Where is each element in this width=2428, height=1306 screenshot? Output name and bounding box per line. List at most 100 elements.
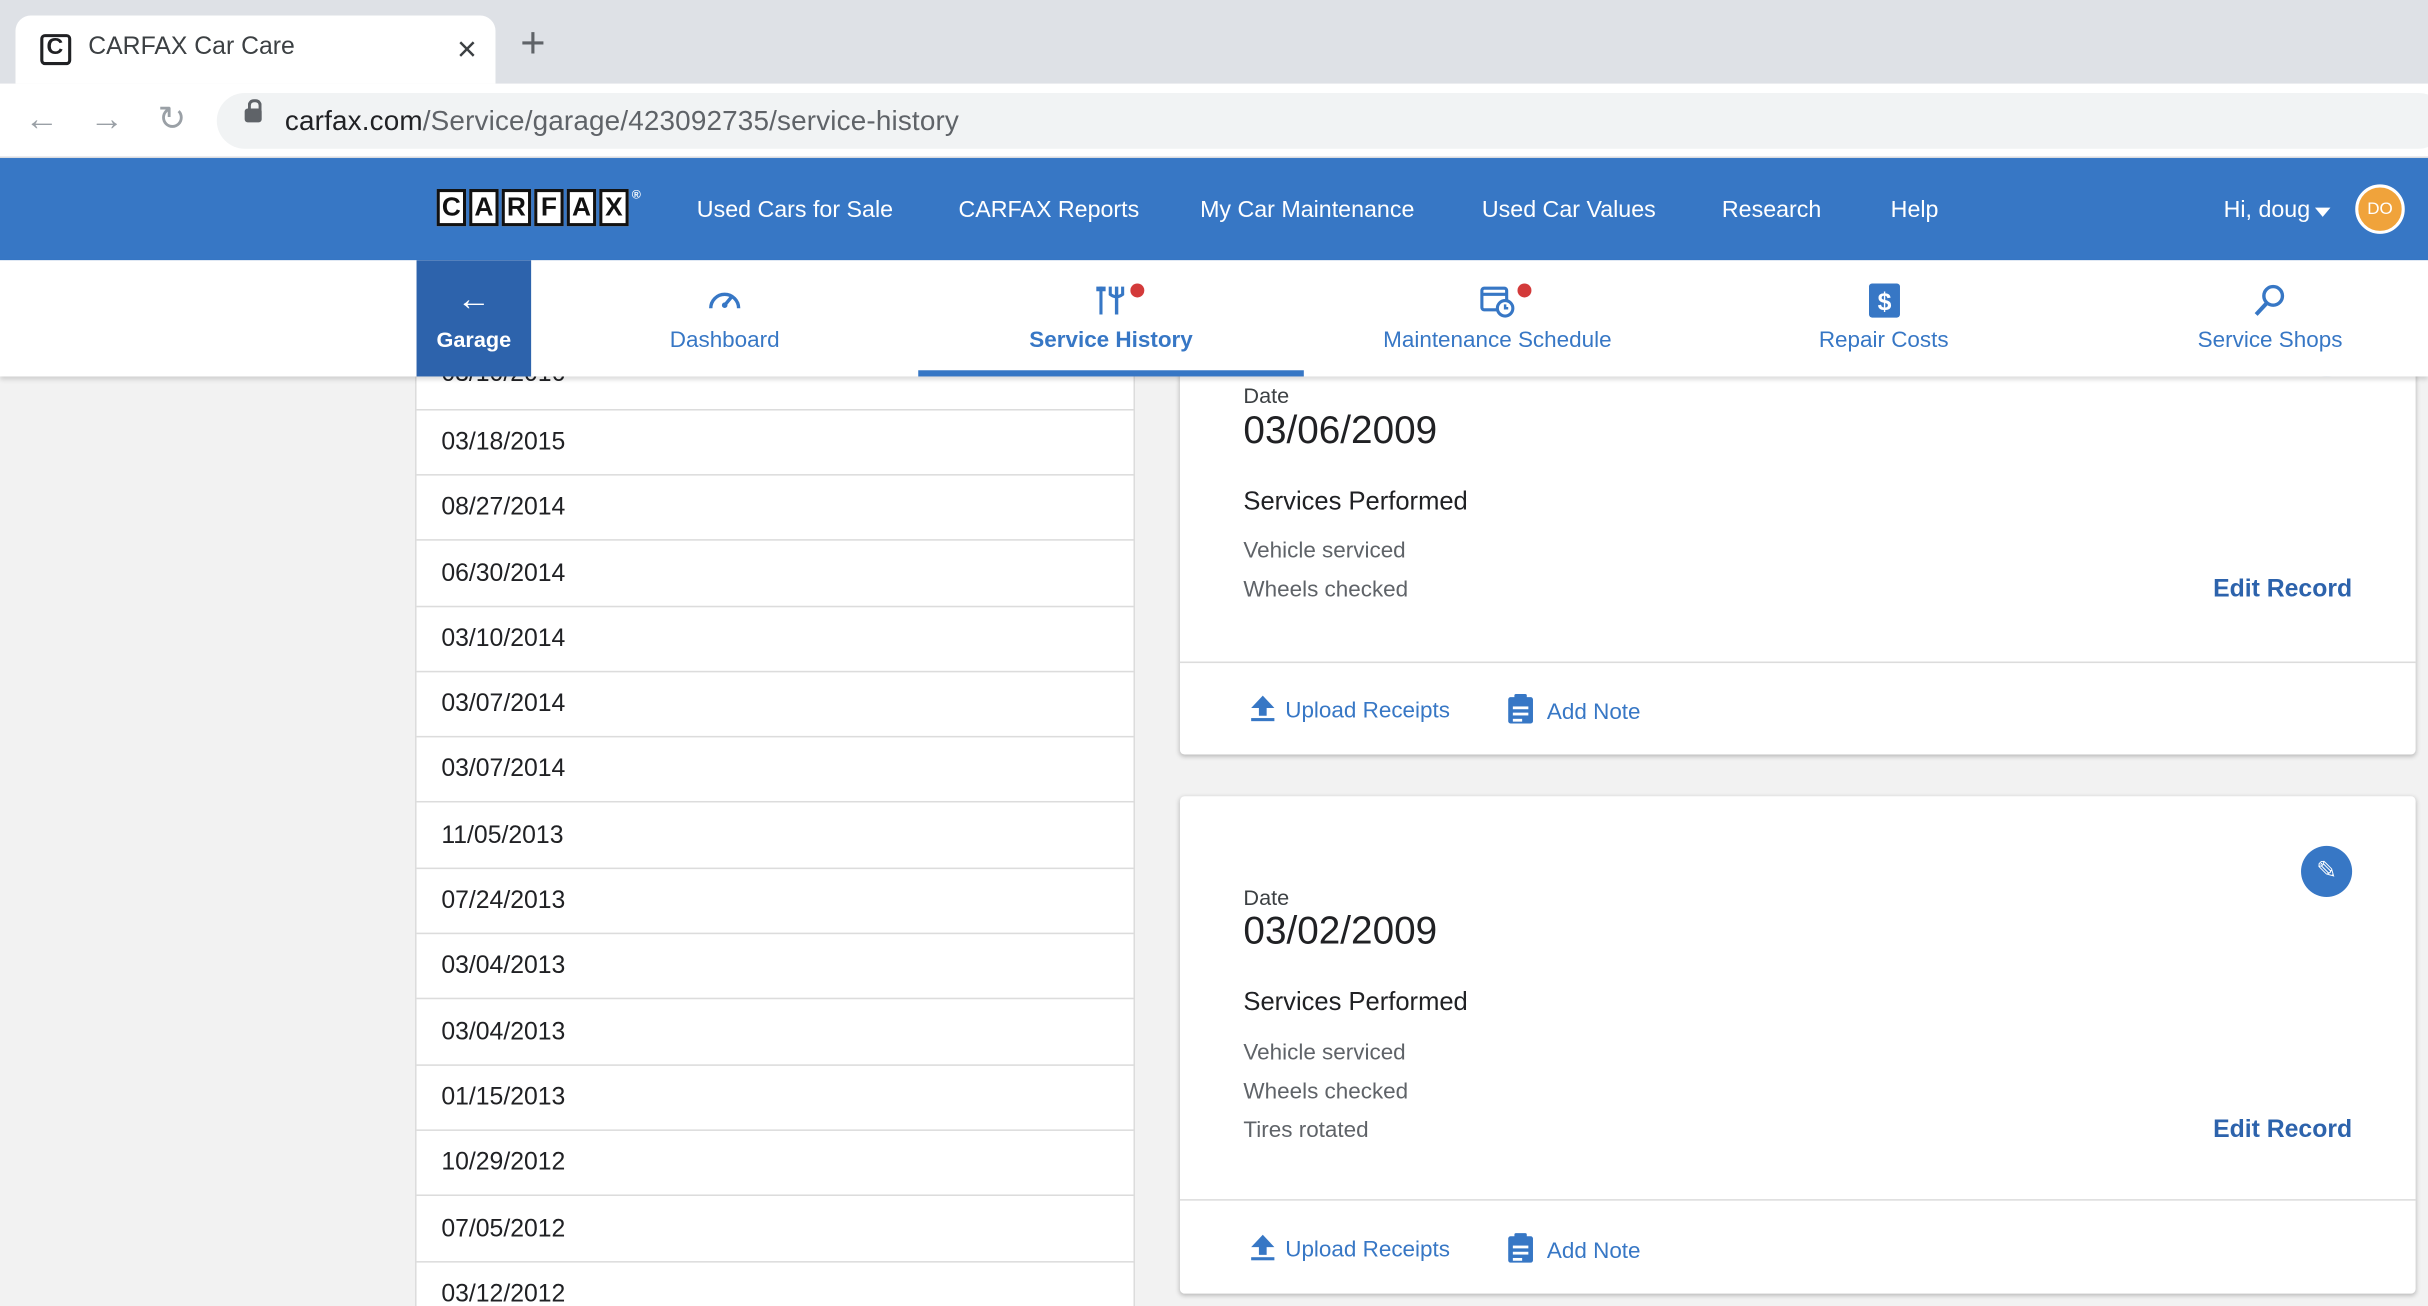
chevron-down-icon[interactable] xyxy=(2314,207,2331,217)
calendar-clock-icon xyxy=(1480,286,1515,318)
tab-service-history-label: Service History xyxy=(1029,328,1193,354)
upload-receipts-label: Upload Receipts xyxy=(1285,698,1450,724)
record-date: 03/02/2009 xyxy=(1243,909,1438,953)
divider xyxy=(1179,661,2416,664)
list-item[interactable]: 03/18/2015 xyxy=(416,411,1134,476)
nav-used-cars[interactable]: Used Cars for Sale xyxy=(697,197,893,223)
user-greeting[interactable]: Hi, doug xyxy=(2224,197,2311,223)
tab-repair-costs[interactable]: $ Repair Costs xyxy=(1691,260,2077,376)
tab-maintenance-schedule-label: Maintenance Schedule xyxy=(1383,328,1612,354)
search-icon xyxy=(2254,284,2285,316)
lock-icon xyxy=(244,99,262,123)
date-label: Date xyxy=(1243,382,1290,408)
clipboard-icon xyxy=(1508,694,1533,724)
speedometer-icon xyxy=(709,292,741,309)
back-arrow-icon: ← xyxy=(456,278,491,318)
nav-my-car-maintenance[interactable]: My Car Maintenance xyxy=(1200,197,1414,223)
browser-toolbar: ← → ↻ carfax.com/Service/garage/42309273… xyxy=(0,83,2428,159)
notification-badge xyxy=(1130,283,1145,298)
list-item[interactable]: 03/04/2013 xyxy=(416,934,1134,1000)
upload-icon xyxy=(1251,1234,1275,1261)
upload-receipts-button[interactable]: Upload Receipts xyxy=(1250,694,1450,723)
url-host: carfax.com xyxy=(284,105,423,137)
tab-dashboard-label: Dashboard xyxy=(669,328,780,354)
service-item: Vehicle serviced xyxy=(1243,539,1406,564)
dollar-icon: $ xyxy=(1868,283,1900,318)
add-note-label: Add Note xyxy=(1546,1239,1641,1265)
garage-back-button[interactable]: ← Garage xyxy=(416,260,532,377)
list-item[interactable]: 03/10/2016 xyxy=(416,376,1134,411)
service-item: Wheels checked xyxy=(1243,1079,1409,1105)
back-arrow-icon[interactable]: ← xyxy=(22,99,62,139)
site-header: C A R F A X ® Used Cars for Sale CARFAX … xyxy=(0,158,2428,261)
carfax-favicon-icon xyxy=(40,34,72,66)
nav-research[interactable]: Research xyxy=(1722,197,1821,223)
new-tab-icon[interactable]: + xyxy=(520,21,545,65)
logo-letter: F xyxy=(534,189,564,227)
service-item: Tires rotated xyxy=(1243,1118,1369,1144)
browser-tab[interactable]: CARFAX Car Care × xyxy=(15,15,496,84)
nav-used-car-values[interactable]: Used Car Values xyxy=(1482,197,1656,223)
record-date: 03/06/2009 xyxy=(1243,408,1438,453)
upload-receipts-label: Upload Receipts xyxy=(1285,1237,1450,1263)
list-item[interactable]: 03/04/2013 xyxy=(416,1001,1134,1066)
carfax-logo[interactable]: C A R F A X ® xyxy=(436,187,641,229)
services-heading: Services Performed xyxy=(1243,988,1468,1017)
edit-record-button[interactable]: Edit Record xyxy=(2213,576,2352,604)
tab-service-history[interactable]: Service History xyxy=(918,260,1304,377)
notification-badge xyxy=(1517,283,1532,298)
tab-dashboard[interactable]: Dashboard xyxy=(531,260,918,376)
logo-letter: R xyxy=(501,189,532,227)
url-path: /Service/garage/423092735/service-histor… xyxy=(422,105,960,137)
divider xyxy=(1179,1199,2416,1201)
magic-wand-icon[interactable]: ✎ xyxy=(2301,845,2353,898)
registered-mark: ® xyxy=(631,187,641,202)
service-item: Wheels checked xyxy=(1243,577,1409,603)
reload-icon[interactable]: ↻ xyxy=(152,99,192,139)
list-item[interactable]: 03/12/2012 xyxy=(417,1263,1134,1306)
url-text: carfax.com/Service/garage/423092735/serv… xyxy=(285,105,959,138)
add-note-button[interactable]: Add Note xyxy=(1507,693,1641,726)
tools-icon xyxy=(1095,286,1124,315)
list-item[interactable]: 03/07/2014 xyxy=(416,737,1134,803)
list-item[interactable]: 06/30/2014 xyxy=(416,542,1134,608)
list-item[interactable]: 01/15/2013 xyxy=(416,1066,1134,1131)
logo-letter: A xyxy=(469,189,499,227)
list-item[interactable]: 03/07/2014 xyxy=(416,672,1134,738)
avatar[interactable]: DO xyxy=(2355,184,2405,234)
tab-service-shops-label: Service Shops xyxy=(2197,328,2343,354)
svg-text:$: $ xyxy=(1877,289,1891,316)
upload-receipts-button[interactable]: Upload Receipts xyxy=(1250,1233,1450,1263)
nav-help[interactable]: Help xyxy=(1891,197,1939,223)
tab-repair-costs-label: Repair Costs xyxy=(1818,328,1949,354)
clipboard-icon xyxy=(1508,1233,1533,1263)
tab-maintenance-schedule[interactable]: Maintenance Schedule xyxy=(1304,260,1691,376)
list-item[interactable]: 07/24/2013 xyxy=(416,869,1134,935)
list-item[interactable]: 11/05/2013 xyxy=(416,804,1134,870)
service-subnav: ← Garage Dashboard Service History Maint… xyxy=(0,260,2428,377)
browser-tabstrip: CARFAX Car Care × + xyxy=(0,0,2428,84)
add-note-label: Add Note xyxy=(1546,700,1641,726)
logo-letter: X xyxy=(599,189,629,227)
address-bar[interactable]: carfax.com/Service/garage/423092735/serv… xyxy=(216,92,2428,149)
forward-arrow-icon[interactable]: → xyxy=(87,99,127,139)
services-heading: Services Performed xyxy=(1243,488,1468,516)
service-date-list: 03/10/2016 03/18/2015 08/27/2014 06/30/2… xyxy=(414,376,1136,1306)
date-label: Date xyxy=(1243,884,1290,910)
add-note-button[interactable]: Add Note xyxy=(1507,1232,1641,1265)
service-item: Vehicle serviced xyxy=(1243,1041,1406,1066)
garage-label: Garage xyxy=(436,326,512,352)
list-item[interactable]: 03/10/2014 xyxy=(416,607,1134,673)
service-record-card: ✎ Date 03/02/2009 Services Performed Veh… xyxy=(1179,796,2416,1294)
logo-letter: A xyxy=(566,189,597,227)
nav-carfax-reports[interactable]: CARFAX Reports xyxy=(959,197,1140,223)
tab-title: CARFAX Car Care xyxy=(88,34,295,61)
list-item[interactable]: 07/05/2012 xyxy=(416,1198,1134,1263)
tab-service-shops[interactable]: Service Shops xyxy=(2076,260,2428,376)
edit-record-button[interactable]: Edit Record xyxy=(2213,1117,2352,1145)
close-icon[interactable]: × xyxy=(457,29,477,69)
logo-letter: C xyxy=(436,189,467,227)
list-item[interactable]: 10/29/2012 xyxy=(416,1131,1134,1197)
list-item[interactable]: 08/27/2014 xyxy=(416,476,1134,541)
upload-icon xyxy=(1251,695,1275,722)
